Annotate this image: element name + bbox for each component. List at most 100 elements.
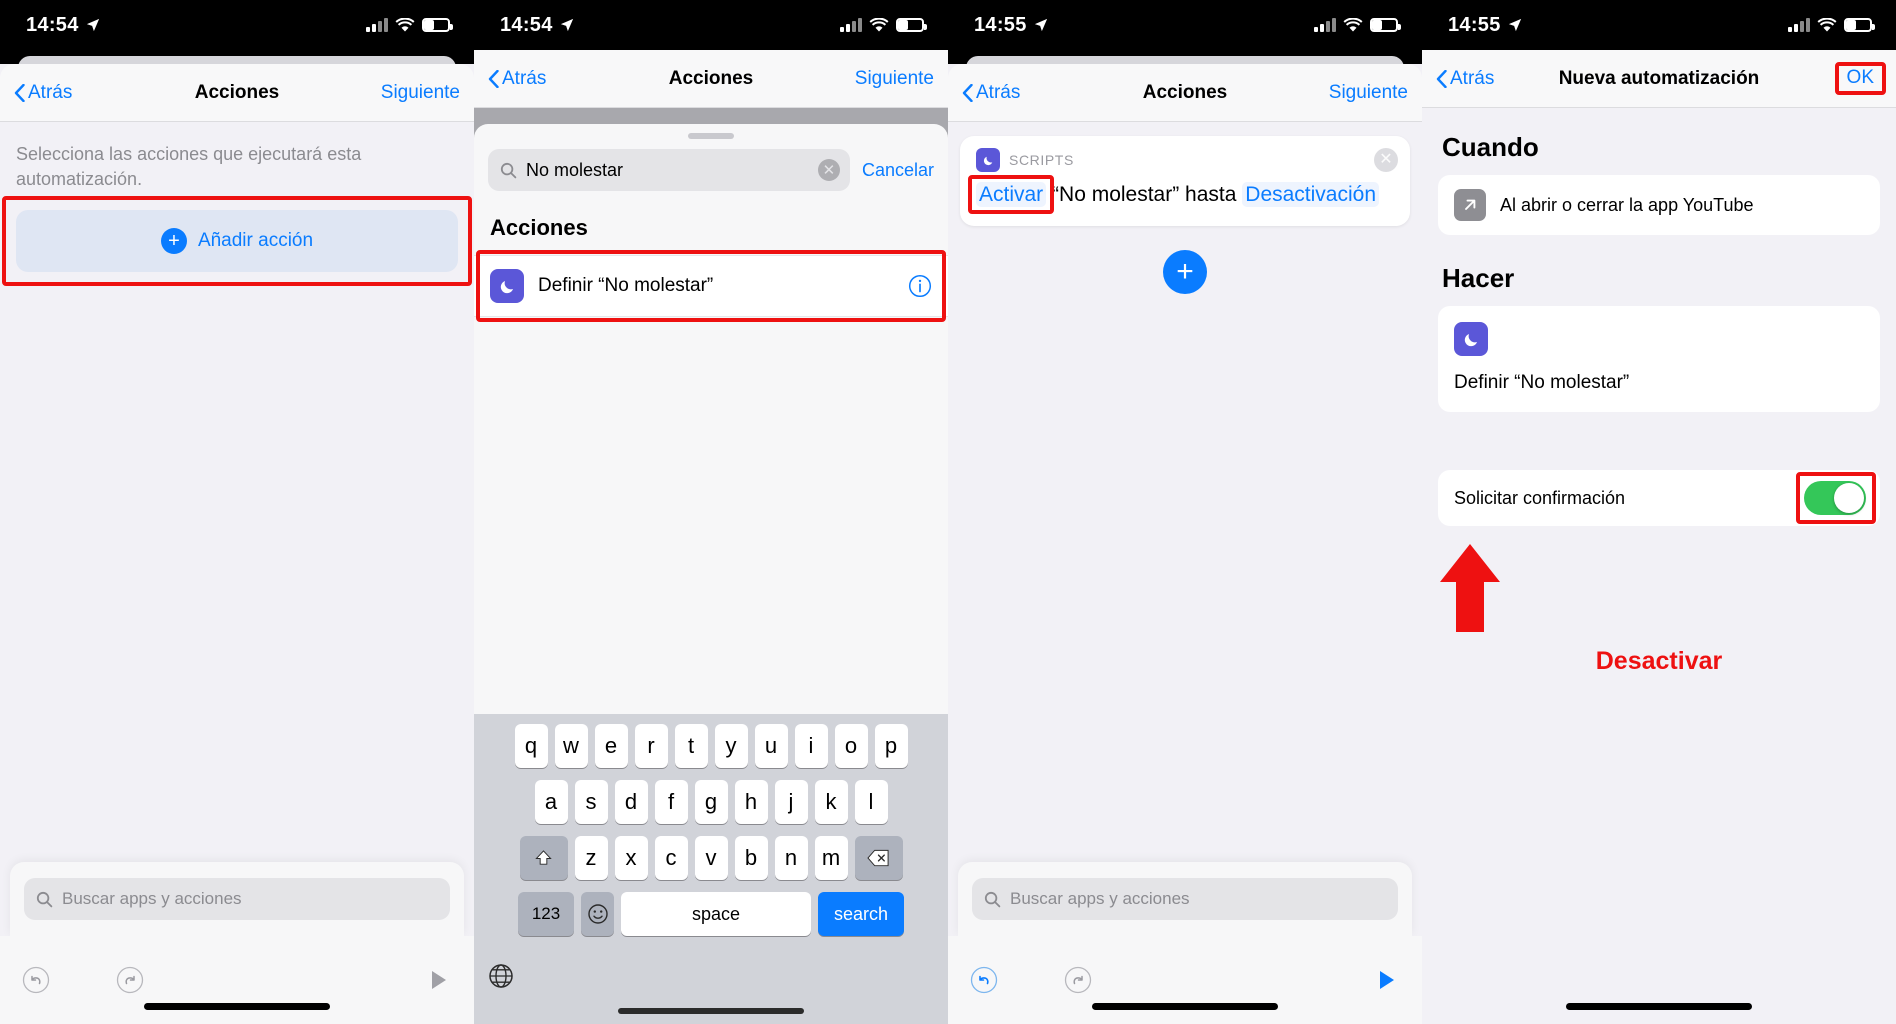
key-q[interactable]: q	[514, 724, 548, 768]
backspace-icon[interactable]	[854, 836, 903, 880]
redo-icon[interactable]	[116, 966, 144, 994]
search-icon	[36, 891, 53, 907]
play-icon[interactable]	[424, 966, 452, 994]
undo-icon[interactable]	[970, 966, 998, 994]
key-j[interactable]: j	[774, 780, 808, 824]
panel-new-automation: 14:55 Atrás Nueva automatización OK Cuan…	[1422, 0, 1896, 1024]
search-input[interactable]: Buscar apps y acciones	[24, 878, 450, 920]
key-n[interactable]: n	[774, 836, 808, 880]
key-s[interactable]: s	[574, 780, 608, 824]
search-key[interactable]: search	[818, 892, 904, 936]
chevron-left-icon	[488, 69, 499, 88]
key-l[interactable]: l	[854, 780, 888, 824]
location-arrow-icon	[560, 18, 573, 32]
search-value: No molestar	[526, 159, 624, 180]
key-z[interactable]: z	[574, 836, 608, 880]
key-g[interactable]: g	[694, 780, 728, 824]
back-button[interactable]: Atrás	[1436, 68, 1494, 90]
when-trigger-row[interactable]: Al abrir o cerrar la app YouTube	[1438, 175, 1880, 235]
back-button[interactable]: Atrás	[962, 82, 1020, 104]
key-c[interactable]: c	[654, 836, 688, 880]
parameter-desactivacion[interactable]: Desactivación	[1242, 182, 1380, 207]
clear-icon[interactable]: ✕	[817, 159, 840, 181]
key-d[interactable]: d	[614, 780, 648, 824]
redo-icon[interactable]	[1064, 966, 1092, 994]
action-card[interactable]: SCRIPTS ✕ Activar “No molestar” hasta De…	[960, 136, 1410, 226]
instructions-text: Selecciona las acciones que ejecutará es…	[16, 144, 362, 189]
chevron-left-icon	[14, 83, 25, 102]
key-x[interactable]: x	[614, 836, 648, 880]
key-b[interactable]: b	[734, 836, 768, 880]
undo-icon[interactable]	[22, 966, 50, 994]
arrow-up-right-icon	[1454, 189, 1486, 221]
add-action-button[interactable]: +	[1163, 249, 1207, 294]
key-y[interactable]: y	[714, 724, 748, 768]
back-button[interactable]: Atrás	[488, 68, 546, 90]
nav-bar: Atrás Acciones Siguiente	[0, 64, 474, 122]
add-action-button[interactable]: + Añadir acción	[16, 209, 458, 272]
wifi-icon	[395, 17, 415, 31]
ok-button-wrap[interactable]: OK	[1834, 62, 1886, 95]
home-indicator	[144, 1003, 330, 1010]
search-input[interactable]: No molestar ✕	[488, 149, 850, 191]
key-k[interactable]: k	[814, 780, 848, 824]
confirmation-row: Solicitar confirmación	[1438, 470, 1880, 526]
do-action-label: Definir “No molestar”	[1454, 372, 1630, 393]
when-section-title: Cuando	[1442, 132, 1539, 162]
annotation-arrow-up-icon	[1440, 544, 1500, 632]
do-action-card[interactable]: Definir “No molestar”	[1438, 306, 1880, 412]
key-p[interactable]: p	[874, 724, 908, 768]
list-item-label: Definir “No molestar”	[538, 275, 714, 296]
cancel-button[interactable]: Cancelar	[862, 160, 934, 181]
home-indicator	[618, 1008, 804, 1014]
moon-icon	[976, 148, 1000, 172]
status-bar: 14:55	[948, 0, 1422, 50]
next-button[interactable]: Siguiente	[381, 82, 460, 104]
key-t[interactable]: t	[674, 724, 708, 768]
confirmation-toggle[interactable]	[1804, 481, 1866, 515]
key-w[interactable]: w	[554, 724, 588, 768]
bottom-toolbar	[948, 936, 1422, 1024]
close-icon[interactable]: ✕	[1374, 148, 1398, 172]
key-a[interactable]: a	[534, 780, 568, 824]
search-input[interactable]: Buscar apps y acciones	[972, 878, 1398, 920]
status-right	[840, 17, 927, 33]
search-placeholder: Buscar apps y acciones	[62, 889, 242, 908]
key-r[interactable]: r	[634, 724, 668, 768]
parameter-activar[interactable]: Activar	[976, 182, 1047, 207]
back-button[interactable]: Atrás	[14, 82, 72, 104]
play-icon[interactable]	[1372, 966, 1400, 994]
key-e[interactable]: e	[594, 724, 628, 768]
sheet-peek	[0, 50, 474, 70]
sheet-peek	[948, 50, 1422, 70]
key-m[interactable]: m	[814, 836, 848, 880]
status-time: 14:55	[1448, 13, 1501, 36]
back-label: Atrás	[28, 81, 73, 103]
space-key[interactable]: space	[621, 892, 811, 936]
key-u[interactable]: u	[754, 724, 788, 768]
section-header: Acciones	[490, 215, 588, 240]
key-h[interactable]: h	[734, 780, 768, 824]
key-o[interactable]: o	[834, 724, 868, 768]
keyboard-row-3: z x c v b n m	[474, 836, 948, 880]
numbers-key[interactable]: 123	[518, 892, 574, 936]
shift-icon[interactable]	[519, 836, 568, 880]
next-button[interactable]: Siguiente	[1329, 82, 1408, 104]
cellular-bars-icon	[840, 18, 862, 32]
key-i[interactable]: i	[794, 724, 828, 768]
back-label: Atrás	[1450, 67, 1495, 89]
emoji-icon[interactable]	[581, 892, 614, 936]
screenshot-strip: 14:54 Atrás Acciones Siguiente Seleccion…	[0, 0, 1896, 1024]
next-button[interactable]: Siguiente	[855, 68, 934, 90]
status-left: 14:54	[500, 14, 574, 37]
wifi-icon	[1817, 17, 1837, 31]
battery-icon	[1844, 18, 1875, 32]
status-time: 14:55	[974, 13, 1027, 36]
globe-icon[interactable]	[488, 963, 514, 989]
info-icon[interactable]	[908, 274, 932, 298]
key-f[interactable]: f	[654, 780, 688, 824]
key-v[interactable]: v	[694, 836, 728, 880]
action-text-middle: “No molestar” hasta	[1052, 183, 1237, 206]
list-item[interactable]: Definir “No molestar”	[474, 255, 948, 317]
search-placeholder: Buscar apps y acciones	[1010, 889, 1190, 908]
